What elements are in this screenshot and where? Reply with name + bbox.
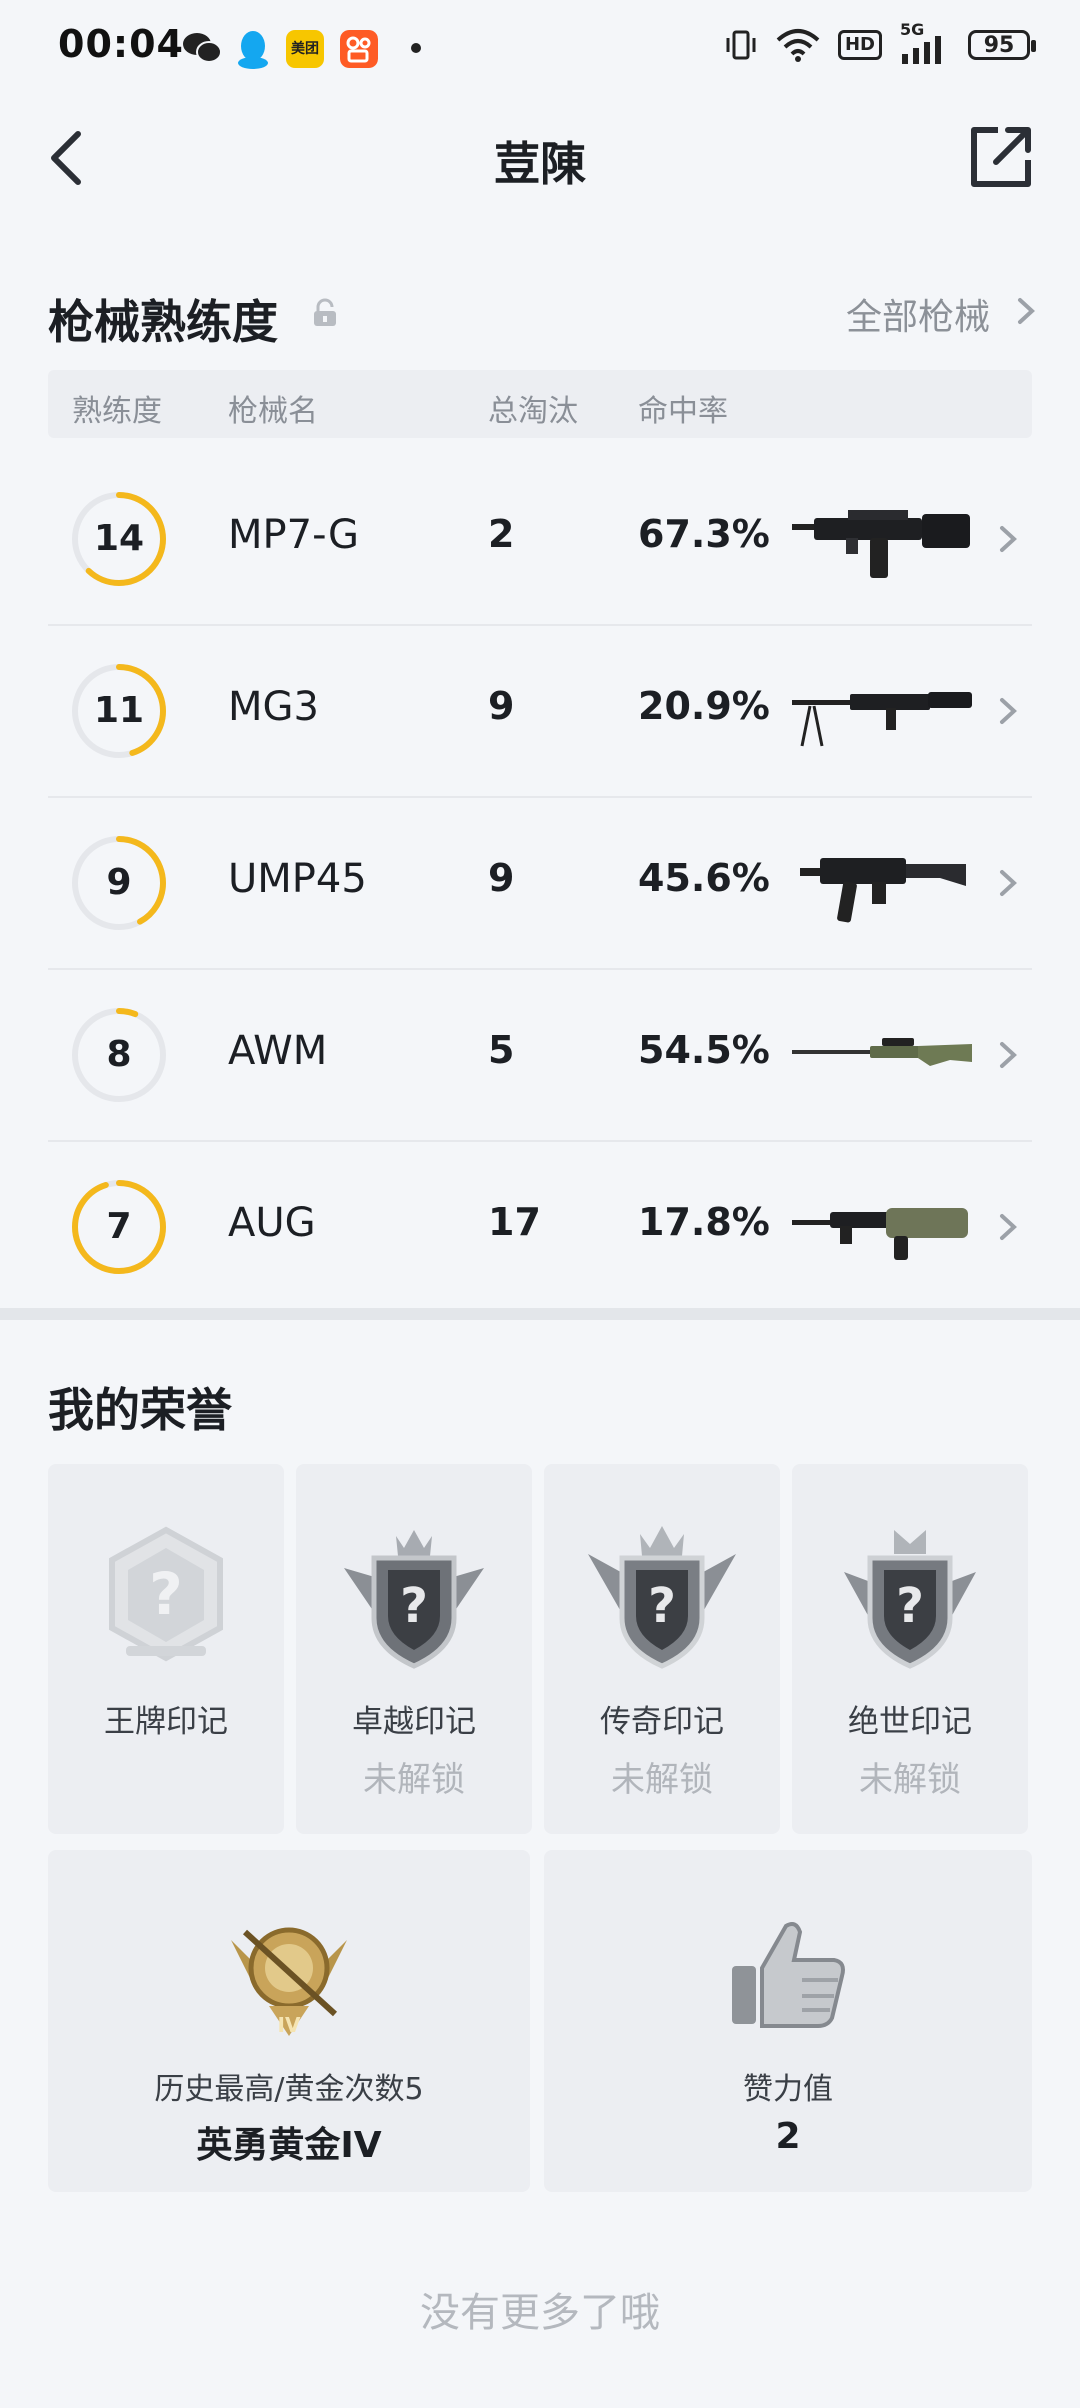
locked-badge-icon: ?: [109, 1526, 223, 1662]
likes-label: 赞力值: [743, 2072, 833, 2107]
likes-value: 2: [775, 2116, 801, 2157]
badge-status: 未解锁: [611, 1760, 713, 1800]
mastery-level: 14: [93, 518, 145, 559]
weapon-name: MP7-G: [228, 512, 359, 558]
smg-mp7-icon: [792, 510, 970, 578]
qq-icon: [238, 31, 268, 69]
rifle-aug-icon: [792, 1208, 968, 1260]
weapon-accuracy: 54.5%: [638, 1028, 770, 1072]
badge-name: 卓越印记: [352, 1704, 476, 1740]
silver-winged-badge-icon: ?: [588, 1526, 736, 1669]
cell-signal-icon: 5G: [900, 20, 950, 64]
chevron-right-icon[interactable]: [1016, 296, 1036, 326]
rank-value: 英勇黄金IV: [196, 2125, 382, 2166]
badge-card-peerless[interactable]: ? 绝世印记 未解锁: [792, 1464, 1028, 1834]
badge-status: 未解锁: [859, 1760, 961, 1800]
weapon-name: AWM: [228, 1028, 328, 1074]
no-more-text: 没有更多了哦: [420, 2290, 660, 2336]
weapon-row-aug[interactable]: 7 AUG 17 17.8%: [48, 1142, 1032, 1312]
weapon-row-mg3[interactable]: 11 MG3 9 20.9%: [48, 626, 1032, 798]
chevron-right-icon[interactable]: [998, 524, 1018, 554]
weapon-kills: 9: [488, 856, 515, 900]
badge-name: 绝世印记: [848, 1704, 972, 1740]
silver-shield-badge-icon: ?: [344, 1530, 484, 1669]
column-header-name: 枪械名: [228, 394, 318, 429]
svg-text:?: ?: [648, 1578, 676, 1634]
top-bar: 荳陳: [0, 110, 1080, 206]
weapon-row-mp7g[interactable]: 14 MP7-G 2 67.3%: [48, 454, 1032, 626]
badge-name: 王牌印记: [104, 1704, 228, 1740]
weapon-row-ump45[interactable]: 9 UMP45 9 45.6%: [48, 798, 1032, 970]
meituan-icon: 美团: [286, 30, 324, 68]
chevron-right-icon[interactable]: [998, 1212, 1018, 1242]
section-divider: [0, 1308, 1080, 1320]
unlock-icon[interactable]: [312, 298, 338, 328]
all-weapons-link[interactable]: 全部枪械: [846, 288, 990, 340]
chevron-right-icon[interactable]: [998, 1040, 1018, 1070]
section-title-weapons: 枪械熟练度: [48, 295, 278, 349]
badge-card-excellence[interactable]: ? 卓越印记 未解锁: [296, 1464, 532, 1834]
badge-status: 未解锁: [363, 1760, 465, 1800]
weapon-row-awm[interactable]: 8 AWM 5 54.5%: [48, 970, 1032, 1142]
mastery-level: 9: [106, 862, 132, 903]
column-header-level: 熟练度: [72, 394, 162, 429]
battery-indicator: 95: [968, 30, 1036, 60]
column-header-kills: 总淘汰: [488, 394, 578, 429]
svg-text:?: ?: [149, 1560, 183, 1628]
mastery-level: 8: [106, 1034, 132, 1075]
chevron-right-icon[interactable]: [998, 868, 1018, 898]
weapon-kills: 2: [488, 512, 515, 556]
weapon-name: AUG: [228, 1200, 316, 1246]
likes-card[interactable]: 赞力值 2: [544, 1850, 1032, 2192]
status-bar: 00:04 美团 HD 5G 95: [0, 0, 1080, 96]
weapon-accuracy: 45.6%: [638, 856, 770, 900]
smg-ump45-icon: [800, 858, 966, 923]
rank-label: 历史最高/黄金次数5: [154, 2072, 424, 2107]
weapon-mastery-section: 枪械熟练度 全部枪械 熟练度 枪械名 总淘汰 命中率 14 MP7-G 2 67…: [0, 250, 1080, 1308]
rank-tier-mark: IV: [278, 2013, 301, 2037]
notification-dot-icon: [411, 43, 421, 53]
section-title-honors: 我的荣誉: [48, 1383, 232, 1437]
kuaishou-icon: [340, 30, 378, 68]
weapon-accuracy: 20.9%: [638, 684, 770, 728]
weapon-accuracy: 67.3%: [638, 512, 770, 556]
thumbs-up-icon: [732, 1922, 845, 2028]
page-title: 荳陳: [494, 137, 586, 191]
badge-card-ace[interactable]: ? 王牌印记: [48, 1464, 284, 1834]
table-header: 熟练度 枪械名 总淘汰 命中率: [48, 370, 1032, 438]
wechat-icon: [183, 33, 222, 63]
mastery-level: 7: [106, 1206, 132, 1247]
rank-card[interactable]: IV 历史最高/黄金次数5 英勇黄金IV: [48, 1850, 530, 2192]
silver-crown-badge-icon: ?: [844, 1530, 976, 1669]
wifi-icon: [776, 29, 820, 62]
weapon-name: MG3: [228, 684, 319, 730]
badge-card-legend[interactable]: ? 传奇印记 未解锁: [544, 1464, 780, 1834]
lmg-mg3-icon: [792, 692, 972, 747]
vibrate-icon: [726, 30, 756, 60]
weapon-name: UMP45: [228, 856, 367, 902]
status-time: 00:04: [58, 22, 184, 66]
share-icon[interactable]: [968, 124, 1034, 190]
weapon-accuracy: 17.8%: [638, 1200, 770, 1244]
svg-text:?: ?: [896, 1578, 924, 1634]
gold-rank-badge-icon: IV: [231, 1927, 347, 2037]
badge-name: 传奇印记: [600, 1704, 724, 1740]
status-right: HD 5G 95: [724, 20, 1036, 64]
svg-text:?: ?: [400, 1578, 428, 1634]
sniper-awm-icon: [792, 1038, 972, 1066]
hd-badge: HD: [837, 30, 882, 60]
weapon-kills: 5: [488, 1028, 515, 1072]
chevron-right-icon[interactable]: [998, 696, 1018, 726]
weapon-kills: 17: [488, 1200, 541, 1244]
weapon-kills: 9: [488, 684, 515, 728]
mastery-level: 11: [93, 690, 145, 731]
column-header-accuracy: 命中率: [638, 394, 728, 429]
